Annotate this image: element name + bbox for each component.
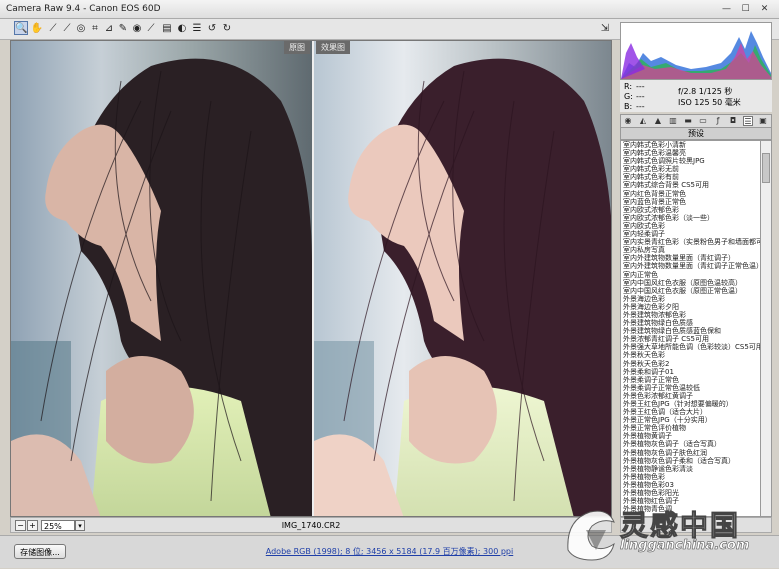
preview-area: 原图 效果图 [10, 40, 612, 517]
zoom-tool-icon[interactable]: 🔍 [14, 21, 28, 35]
preset-item[interactable]: 外景王红色JPG（针对想要偏暖的） [621, 400, 760, 408]
preset-item[interactable]: 外景植物灰色调子肤色红润 [621, 449, 760, 457]
hsl-icon[interactable]: ▥ [668, 116, 678, 126]
minimize-button[interactable]: — [718, 2, 735, 16]
preset-item[interactable]: 外景植物灰色调子柔和（适合写真） [621, 457, 760, 465]
preset-item[interactable]: 室内外建筑物数量里面（青红调子正常色温） [621, 262, 760, 270]
straighten-tool-icon[interactable]: ⊿ [102, 22, 116, 36]
filename-label: IMG_1740.CR2 [281, 521, 341, 530]
presets-icon[interactable]: ☰ [743, 116, 753, 126]
hand-tool-icon[interactable]: ✋ [30, 22, 44, 36]
tone-curve-icon[interactable]: ◭ [638, 116, 648, 126]
lens-icon[interactable]: ▭ [698, 116, 708, 126]
before-label: 原图 [284, 41, 310, 54]
preset-item[interactable]: 外景柔调子正常色 [621, 376, 760, 384]
targeted-adjustment-icon[interactable]: ◎ [74, 22, 88, 36]
basic-icon[interactable]: ◉ [623, 116, 633, 126]
r-value: --- [636, 82, 645, 91]
presets-list: 室内韩式色彩小清新 室内韩式色彩温馨亮 室内韩式色调照片较黑JPG 室内韩式色彩无前室… [620, 140, 761, 517]
exif-readout: R: --- G: --- B: --- f/2.8 1/125 秒 ISO 1… [620, 80, 772, 112]
preferences-icon[interactable]: ☰ [190, 22, 204, 36]
presets-scrollbar[interactable] [761, 140, 772, 517]
before-image: 原图 [11, 41, 312, 516]
panel-title: 预设 [620, 128, 772, 140]
preset-item[interactable]: 外景建筑物浓郁色彩 [621, 311, 760, 319]
preset-item[interactable]: 室内欧式浓郁色彩 [621, 206, 760, 214]
preset-item[interactable]: 外景建筑物绿白色质感 [621, 319, 760, 327]
fullscreen-icon[interactable]: ⇲ [598, 22, 612, 36]
window-title: Camera Raw 9.4 - Canon EOS 60D [6, 4, 161, 14]
preset-item[interactable]: 室内中国风红色衣服（原图色温较高） [621, 279, 760, 287]
fx-icon[interactable]: ƒ [713, 116, 723, 126]
rotate-cw-icon[interactable]: ↻ [220, 22, 234, 36]
preset-item[interactable]: 外景柔调子正常色温较低 [621, 384, 760, 392]
red-eye-icon[interactable]: ◉ [130, 22, 144, 36]
preset-item[interactable]: 外景柔和调子01 [621, 368, 760, 376]
radial-filter-icon[interactable]: ◐ [175, 22, 189, 36]
preset-item[interactable]: 外景植物色彩 [621, 473, 760, 481]
preset-item[interactable]: 外景秋天色彩 [621, 351, 760, 359]
color-sampler-icon[interactable]: ⟋ [60, 22, 74, 36]
crop-tool-icon[interactable]: ⌗ [88, 22, 102, 36]
preset-item[interactable]: 室内红色背景正常色 [621, 190, 760, 198]
detail-icon[interactable]: ▲ [653, 116, 663, 126]
title-bar: Camera Raw 9.4 - Canon EOS 60D — ☐ ✕ [0, 0, 779, 19]
graduated-filter-icon[interactable]: ▤ [160, 22, 174, 36]
preset-item[interactable]: 室内欧式色彩 [621, 222, 760, 230]
preset-item[interactable]: 室内欧式浓郁色彩（淡一些） [621, 214, 760, 222]
spot-removal-icon[interactable]: ✎ [116, 22, 130, 36]
white-balance-tool-icon[interactable]: ⟋ [46, 22, 60, 36]
scrollbar-thumb[interactable] [762, 153, 770, 183]
preset-item[interactable]: 室内实景青红色彩（实景粉色男子和墙面都可以） [621, 238, 760, 246]
preset-item[interactable]: 外景色彩浓郁红黄调子 [621, 392, 760, 400]
g-label: G: [624, 92, 633, 101]
preset-item[interactable]: 外景海边色彩夕阳 [621, 303, 760, 311]
preset-item[interactable]: 外景植物灰色调子（适合写真） [621, 440, 760, 448]
preset-item[interactable]: 外景植物色彩阳光 [621, 489, 760, 497]
preset-item[interactable]: 外景王红色调（适合大片） [621, 408, 760, 416]
g-value: --- [636, 92, 645, 101]
camera-calibration-icon[interactable]: ◘ [728, 116, 738, 126]
preset-item[interactable]: 室内正常色 [621, 271, 760, 279]
preset-item[interactable]: 室内韩式色彩小清新 [621, 141, 760, 149]
aperture-shutter: f/2.8 1/125 秒 [678, 87, 733, 96]
r-label: R: [624, 82, 633, 91]
preset-item[interactable]: 外景植物静谧色彩清淡 [621, 465, 760, 473]
b-value: --- [636, 102, 645, 111]
histogram [620, 22, 772, 80]
preset-item[interactable]: 外景海边色彩 [621, 295, 760, 303]
after-label: 效果图 [316, 41, 350, 54]
watermark: 灵感中国 lingganchina.com [562, 500, 777, 566]
close-button[interactable]: ✕ [756, 2, 773, 16]
maximize-button[interactable]: ☐ [737, 2, 754, 16]
snapshots-icon[interactable]: ▣ [758, 116, 768, 126]
split-toning-icon[interactable]: ▬ [683, 116, 693, 126]
preset-item[interactable]: 室内中国风红色衣服（原图正常色温） [621, 287, 760, 295]
panel-tabs: ◉ ◭ ▲ ▥ ▬ ▭ ƒ ◘ ☰ ▣ [620, 114, 772, 128]
adjustment-brush-icon[interactable]: ⟋ [144, 22, 158, 36]
preview-status-bar: − + 25% ▾ IMG_1740.CR2 [10, 517, 612, 533]
preset-item[interactable]: 室内轻柔调子 [621, 230, 760, 238]
preset-item[interactable]: 室内韩式综合背景 CS5可用 [621, 181, 760, 189]
after-image: 效果图 [314, 41, 611, 516]
watermark-site: lingganchina.com [620, 538, 750, 554]
rotate-ccw-icon[interactable]: ↺ [205, 22, 219, 36]
preset-item[interactable]: 室内韩式色彩温馨亮 [621, 149, 760, 157]
b-label: B: [624, 102, 633, 111]
iso-lens: ISO 125 50 毫米 [678, 98, 741, 107]
preset-item[interactable]: 室内蓝色背景正常色 [621, 198, 760, 206]
preset-item[interactable]: 外景秋天色彩2 [621, 360, 760, 368]
preset-item[interactable]: 外景植物色彩03 [621, 481, 760, 489]
